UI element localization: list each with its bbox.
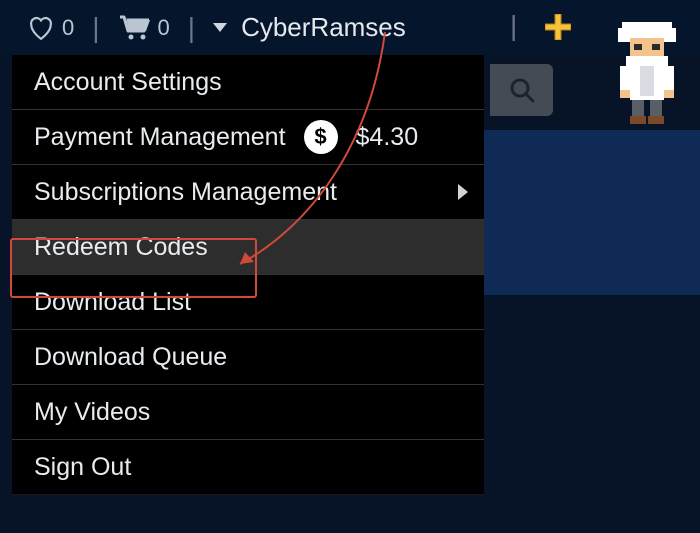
menu-account-settings[interactable]: Account Settings: [12, 55, 484, 110]
menu-my-videos[interactable]: My Videos: [12, 385, 484, 440]
user-dropdown: Account Settings Payment Management $ $4…: [12, 55, 484, 495]
menu-item-label: Account Settings: [34, 68, 222, 97]
cart-count: 0: [158, 15, 170, 41]
menu-download-list[interactable]: Download List: [12, 275, 484, 330]
username-label: CyberRamses: [241, 12, 406, 43]
content-band: [484, 130, 700, 295]
menu-download-queue[interactable]: Download Queue: [12, 330, 484, 385]
separator: |: [92, 12, 99, 44]
separator: |: [510, 10, 517, 42]
chevron-right-icon: [458, 184, 468, 200]
menu-item-label: Download List: [34, 288, 191, 317]
user-menu-trigger[interactable]: CyberRamses: [213, 12, 406, 43]
menu-redeem-codes[interactable]: Redeem Codes: [12, 220, 484, 275]
menu-subscriptions[interactable]: Subscriptions Management: [12, 165, 484, 220]
wallet-balance: $4.30: [356, 123, 419, 152]
separator: |: [188, 12, 195, 44]
menu-item-label: My Videos: [34, 398, 150, 427]
wishlist-button[interactable]: 0: [28, 15, 74, 41]
cart-icon: [118, 15, 150, 41]
menu-payment-management[interactable]: Payment Management $ $4.30: [12, 110, 484, 165]
search-icon: [509, 77, 535, 103]
avatar-sprite[interactable]: [612, 22, 682, 124]
menu-item-label: Subscriptions Management: [34, 178, 337, 207]
menu-sign-out[interactable]: Sign Out: [12, 440, 484, 494]
menu-item-label: Payment Management: [34, 123, 286, 152]
dollar-icon: $: [304, 120, 338, 154]
caret-down-icon: [213, 23, 227, 32]
wishlist-count: 0: [62, 15, 74, 41]
ps-plus-icon[interactable]: [545, 14, 571, 40]
cart-button[interactable]: 0: [118, 15, 170, 41]
menu-item-label: Redeem Codes: [34, 233, 208, 262]
top-bar: 0 | 0 | CyberRamses |: [0, 0, 700, 55]
heart-icon: [28, 16, 54, 40]
search-button[interactable]: [490, 64, 553, 116]
menu-item-label: Sign Out: [34, 453, 131, 482]
menu-item-label: Download Queue: [34, 343, 227, 372]
